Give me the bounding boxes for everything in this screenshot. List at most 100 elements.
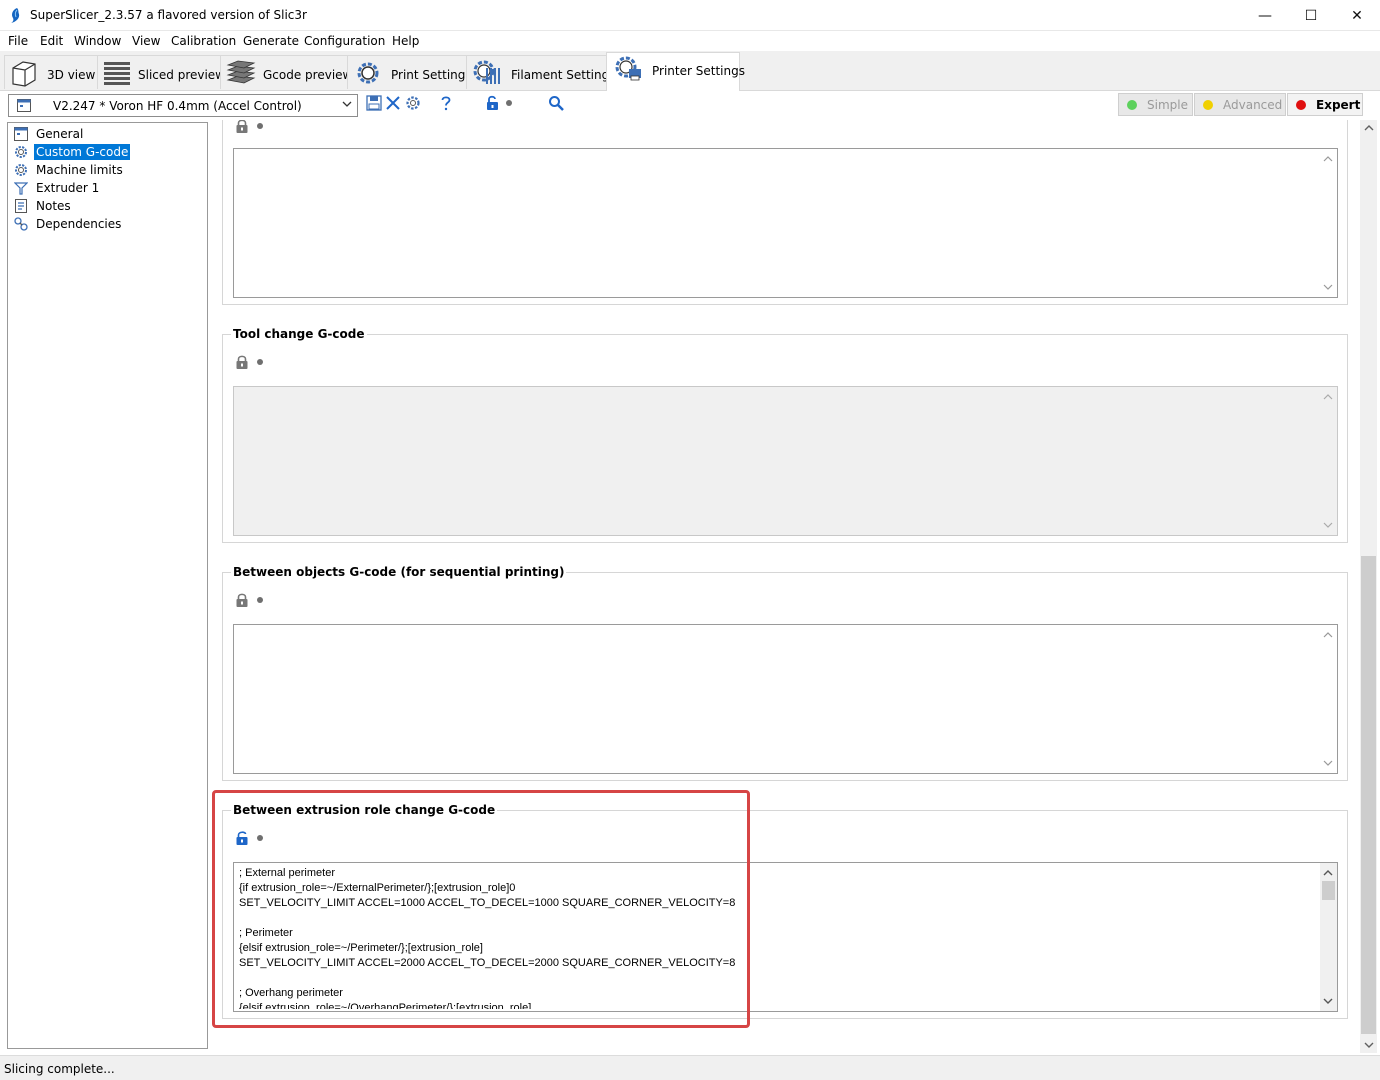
unlock-icon[interactable]	[235, 831, 249, 845]
menu-help[interactable]: Help	[392, 34, 419, 48]
tab-label: Filament Settings	[511, 68, 616, 82]
code-line: {elsif extrusion_role=~/Perimeter/};[ext…	[239, 942, 483, 954]
window-title: SuperSlicer_2.3.57 a flavored version of…	[30, 8, 307, 22]
save-icon[interactable]	[366, 95, 382, 111]
code-line: ; Perimeter	[239, 927, 293, 939]
advanced-dot-icon	[1203, 100, 1213, 110]
scroll-up-icon[interactable]	[1323, 155, 1333, 163]
code-line: {if extrusion_role=~/ExternalPerimeter/}…	[239, 882, 516, 894]
settings-tree: General Custom G-code Machine limits Ext…	[7, 122, 208, 1049]
printer-preset-select[interactable]: V2.247 * Voron HF 0.4mm (Accel Control)	[8, 94, 358, 117]
extrusion-role-gcode-textarea[interactable]: ; External perimeter {if extrusion_role=…	[233, 862, 1338, 1012]
scroll-down-icon[interactable]	[1323, 521, 1333, 529]
menu-view[interactable]: View	[132, 34, 160, 48]
spool-icon	[473, 60, 500, 84]
status-bar: Slicing complete...	[0, 1055, 1380, 1080]
menu-configuration[interactable]: Configuration	[304, 34, 385, 48]
layers-icon	[104, 62, 130, 85]
page-scrollbar[interactable]	[1360, 120, 1377, 1053]
scroll-down-icon[interactable]	[1323, 759, 1333, 767]
scroll-down-icon[interactable]	[1323, 283, 1333, 291]
maximize-button[interactable]: ☐	[1288, 0, 1334, 31]
lock-icon[interactable]	[235, 355, 249, 369]
between-objects-gcode-group: Between objects G-code (for sequential p…	[222, 565, 1348, 781]
scroll-thumb[interactable]	[1322, 881, 1335, 900]
question-icon[interactable]	[438, 95, 454, 111]
tab-label: Gcode preview	[263, 68, 353, 82]
between-objects-gcode-textarea[interactable]	[233, 624, 1338, 774]
tool-change-gcode-textarea[interactable]	[233, 386, 1338, 536]
menu-file[interactable]: File	[8, 34, 28, 48]
stack-icon	[226, 60, 256, 84]
gcode-textarea-top[interactable]	[233, 148, 1338, 298]
textarea-scrollbar[interactable]	[1320, 625, 1337, 773]
default-dot	[257, 359, 263, 365]
tab-label: Printer Settings	[652, 64, 745, 78]
close-button[interactable]: ✕	[1334, 0, 1380, 31]
title-bar: SuperSlicer_2.3.57 a flavored version of…	[0, 0, 1380, 31]
menu-edit[interactable]: Edit	[40, 34, 63, 48]
mode-advanced-button[interactable]: Advanced	[1194, 93, 1286, 116]
sidebar-item-label: Extruder 1	[36, 181, 100, 195]
menu-window[interactable]: Window	[74, 34, 121, 48]
tab-strip: 3D view Sliced preview Gcode preview Pri…	[0, 51, 1380, 92]
menu-bar: File Edit Window View Calibration Genera…	[0, 31, 1380, 51]
scroll-thumb[interactable]	[1361, 556, 1376, 1034]
unlock-icon[interactable]	[485, 95, 501, 111]
settings-page: Tool change G-code Between objects G-cod…	[210, 120, 1360, 1053]
extrusion-role-gcode-group: Between extrusion role change G-code ; E…	[222, 803, 1348, 1019]
note-icon	[15, 199, 27, 213]
search-icon[interactable]	[548, 95, 564, 111]
lock-icon[interactable]	[235, 593, 249, 607]
group-title: Between extrusion role change G-code	[231, 803, 498, 817]
group-title: Between objects G-code (for sequential p…	[231, 565, 567, 579]
compare-gear-icon[interactable]	[405, 95, 421, 111]
scroll-up-icon[interactable]	[1364, 124, 1374, 132]
preset-value: V2.247 * Voron HF 0.4mm (Accel Control)	[53, 99, 302, 113]
sidebar-item-label: Machine limits	[36, 163, 123, 177]
textarea-scrollbar[interactable]	[1320, 387, 1337, 535]
mode-label: Expert	[1316, 98, 1361, 112]
textarea-scrollbar[interactable]	[1320, 863, 1337, 1011]
cog-icon	[357, 62, 379, 84]
sidebar-item-label: Dependencies	[36, 217, 122, 231]
textarea-scrollbar[interactable]	[1320, 149, 1337, 297]
mode-simple-button[interactable]: Simple	[1118, 93, 1193, 116]
tab-gcode-preview[interactable]: Gcode preview	[220, 55, 352, 89]
tab-sliced-preview[interactable]: Sliced preview	[97, 55, 225, 89]
code-line: {elsif extrusion_role=~/OverhangPerimete…	[239, 1002, 532, 1009]
printer-cog-icon	[615, 56, 641, 81]
mode-expert-button[interactable]: Expert	[1287, 93, 1363, 116]
code-line: ; External perimeter	[239, 867, 335, 879]
menu-calibration[interactable]: Calibration	[171, 34, 236, 48]
sidebar-item-label: Notes	[36, 199, 71, 213]
scroll-down-icon[interactable]	[1323, 997, 1333, 1005]
preset-toolbar: V2.247 * Voron HF 0.4mm (Accel Control) …	[0, 91, 1380, 120]
delete-icon[interactable]	[385, 95, 401, 111]
scroll-up-icon[interactable]	[1323, 869, 1333, 877]
window-icon	[17, 99, 31, 112]
tab-filament-settings[interactable]: Filament Settings	[466, 55, 615, 89]
expert-dot-icon	[1296, 100, 1306, 110]
tab-3d-view[interactable]: 3D view	[4, 55, 98, 89]
dependencies-icon	[14, 217, 28, 231]
superslicer-logo-icon	[11, 8, 20, 23]
tab-printer-settings[interactable]: Printer Settings	[606, 52, 745, 92]
tab-print-settings[interactable]: Print Settings	[347, 55, 472, 89]
modified-dot	[506, 100, 512, 106]
minimize-button[interactable]: —	[1242, 0, 1288, 31]
group-title: Tool change G-code	[231, 327, 367, 341]
mode-label: Advanced	[1223, 98, 1283, 112]
scroll-down-icon[interactable]	[1364, 1041, 1374, 1049]
tab-label: Print Settings	[391, 68, 472, 82]
gear-icon	[15, 146, 27, 158]
scroll-up-icon[interactable]	[1323, 631, 1333, 639]
mode-label: Simple	[1147, 98, 1188, 112]
modified-dot	[257, 835, 263, 841]
scroll-up-icon[interactable]	[1323, 393, 1333, 401]
code-line: SET_VELOCITY_LIMIT ACCEL=2000 ACCEL_TO_D…	[239, 957, 736, 969]
chevron-down-icon	[342, 101, 352, 107]
lock-icon[interactable]	[235, 120, 249, 133]
menu-generate[interactable]: Generate	[243, 34, 299, 48]
tab-label: 3D view	[47, 68, 96, 82]
